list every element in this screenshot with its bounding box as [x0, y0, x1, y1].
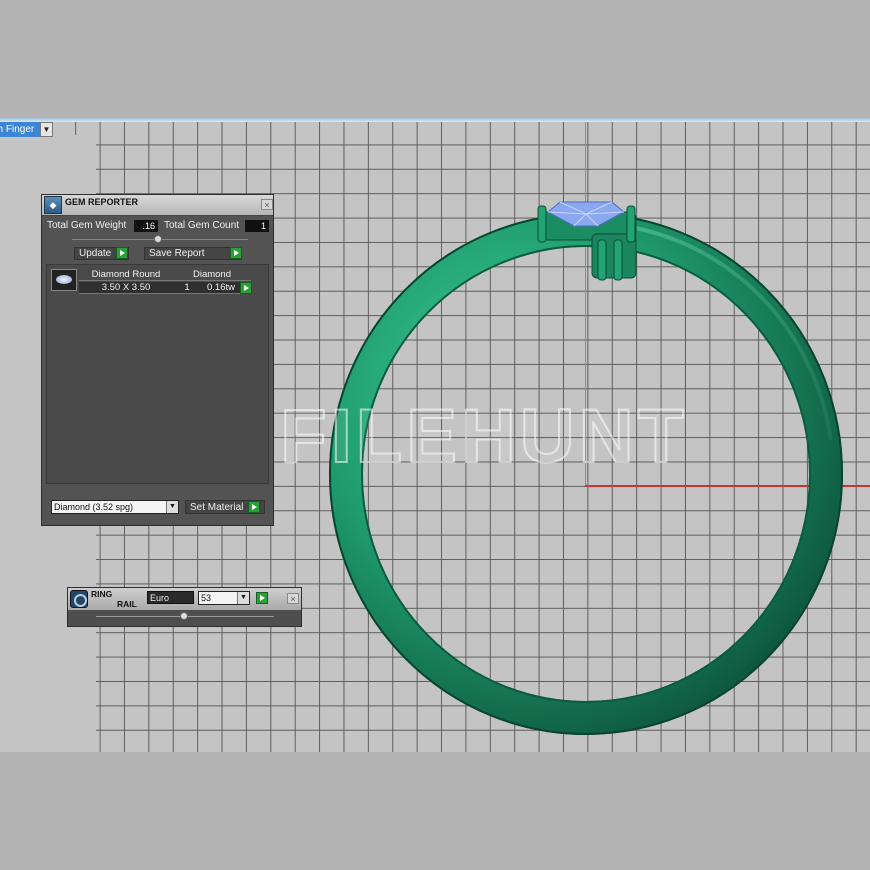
prong-1 [537, 205, 547, 243]
gem-reporter-title: GEM REPORTER [65, 197, 139, 207]
ring-band-inner-edge [361, 245, 811, 703]
gem-reporter-titlebar[interactable]: ◆ GEM REPORTER × [42, 195, 273, 216]
gem-count: 1 [173, 282, 201, 294]
gem-reporter-icon: ◆ [44, 196, 62, 214]
collapse-handle[interactable] [180, 612, 188, 620]
ring-size-value: 53 [201, 593, 212, 603]
ring-rail-titlebar[interactable]: RING RAIL Euro 53 ▼ × [68, 588, 301, 610]
gem-reporter-panel: ◆ GEM REPORTER × Total Gem Weight .16 To… [41, 194, 274, 526]
gem-go-icon[interactable] [240, 282, 252, 294]
gem-material: Diamond [173, 269, 251, 281]
total-gem-weight-label: Total Gem Weight [47, 220, 127, 231]
prong-4 [613, 239, 623, 281]
material-select[interactable]: Diamond (3.52 spg) ▼ [51, 500, 179, 514]
save-report-go-icon[interactable] [230, 247, 242, 259]
set-material-go-icon[interactable] [248, 501, 260, 513]
gem-shape: Diamond Round [79, 269, 173, 281]
gem-size: 3.50 X 3.50 [79, 282, 173, 294]
ring-band[interactable] [329, 213, 843, 735]
total-gem-count-value: 1 [245, 220, 269, 232]
prong-2 [626, 205, 636, 243]
total-gem-count-label: Total Gem Count [164, 220, 240, 231]
update-button-label: Update [79, 248, 112, 259]
size-standard-field[interactable]: Euro [147, 591, 194, 604]
chevron-down-icon[interactable]: ▼ [166, 501, 178, 513]
ring-size-select[interactable]: 53 ▼ [198, 591, 250, 605]
gem-list: Diamond Round Diamond 3.50 X 3.50 1 0.16… [46, 264, 269, 484]
collapse-handle[interactable] [154, 235, 162, 243]
set-material-button-label: Set Material [190, 502, 244, 513]
ring-rail-title-line2: RAIL [117, 599, 137, 609]
update-go-icon[interactable] [116, 247, 128, 259]
material-select-value: Diamond (3.52 spg) [54, 502, 134, 512]
ring-rail-title-line1: RING [91, 589, 113, 599]
diamond-round-icon [51, 269, 77, 291]
chevron-down-icon[interactable]: ▼ [237, 592, 249, 604]
ring-icon [70, 590, 88, 608]
ring-rail-panel: RING RAIL Euro 53 ▼ × [67, 587, 302, 627]
total-gem-weight-value: .16 [134, 220, 158, 232]
close-icon[interactable]: × [261, 199, 273, 210]
save-report-button[interactable]: Save Report [144, 247, 242, 260]
ring-size-go-icon[interactable] [256, 592, 268, 604]
size-standard-value: Euro [150, 593, 170, 603]
close-icon[interactable]: × [287, 593, 299, 604]
gem-weight: 0.16tw [201, 282, 241, 294]
save-report-button-label: Save Report [149, 248, 205, 259]
prong-3 [597, 239, 607, 281]
